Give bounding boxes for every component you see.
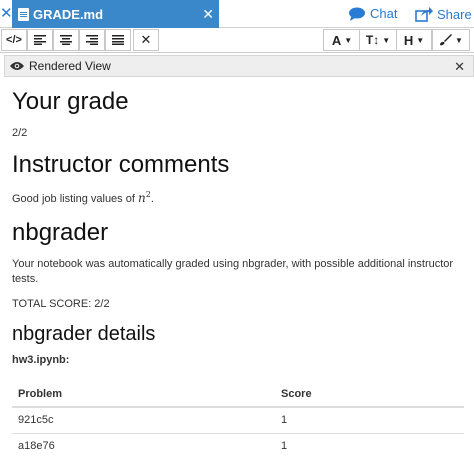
caret-down-icon: ▼ <box>455 35 463 45</box>
clear-icon: ✕ <box>140 32 152 47</box>
chat-button[interactable]: Chat <box>348 6 397 21</box>
close-icon[interactable]: ✕ <box>0 6 13 22</box>
heading-your-grade: Your grade <box>12 88 129 115</box>
font-dropdown[interactable]: A ▼ <box>323 29 361 51</box>
text-size-icon: T↕ <box>365 33 380 47</box>
table-header-row: Problem Score <box>12 382 464 408</box>
column-header-problem: Problem <box>12 382 275 408</box>
align-right-button[interactable] <box>79 29 105 51</box>
share-icon <box>415 7 433 22</box>
heading-nbgrader: nbgrader <box>12 219 109 246</box>
text-size-dropdown[interactable]: T↕ ▼ <box>359 29 397 51</box>
code-button[interactable]: </> <box>1 29 27 51</box>
total-score: TOTAL SCORE: 2/2 <box>12 298 110 310</box>
file-icon <box>18 7 29 21</box>
grade-value: 2/2 <box>12 127 28 139</box>
code-icon: </> <box>6 34 22 46</box>
scores-table: Problem Score 921c5c 1 a18e76 1 <box>12 382 464 459</box>
column-header-score: Score <box>275 382 464 408</box>
heading-icon: H <box>403 32 414 48</box>
tab-bar: ✕ GRADE.md ✕ Chat Share <box>0 0 474 28</box>
table-row: 921c5c 1 <box>12 406 464 433</box>
color-dropdown[interactable]: ▼ <box>432 29 470 51</box>
nbgrader-description: Your notebook was automatically graded u… <box>12 258 454 285</box>
caret-down-icon: ▼ <box>416 35 425 45</box>
close-icon[interactable]: ✕ <box>454 59 465 75</box>
score-cell: 1 <box>275 432 464 459</box>
align-left-icon <box>34 35 46 45</box>
share-button[interactable]: Share <box>415 6 472 22</box>
rendered-view-title: Rendered View <box>29 59 111 73</box>
tab-title: GRADE.md <box>33 6 104 22</box>
rendered-view-header: Rendered View ✕ <box>4 55 474 77</box>
rendered-content: Your grade 2/2 Instructor comments Good … <box>12 80 470 459</box>
notebook-filename: hw3.ipynb: <box>12 354 70 366</box>
problem-cell: 921c5c <box>12 406 275 433</box>
score-cell: 1 <box>275 406 464 433</box>
align-justify-icon <box>112 35 124 45</box>
align-right-icon <box>86 35 98 45</box>
tab-close-icon[interactable]: ✕ <box>202 6 214 23</box>
comment-prefix: Good job listing values of <box>12 193 135 205</box>
chat-icon <box>349 7 365 21</box>
comment-text: Good job listing values of n2. <box>12 187 470 207</box>
clear-format-button[interactable]: ✕ <box>133 29 159 51</box>
table-row: a18e76 1 <box>12 432 464 459</box>
caret-down-icon: ▼ <box>382 35 391 45</box>
align-center-icon <box>60 35 72 45</box>
align-left-button[interactable] <box>27 29 53 51</box>
comment-suffix: . <box>150 193 154 205</box>
math-expression: n2 <box>137 190 151 205</box>
font-icon: A <box>331 32 342 48</box>
editor-toolbar: </> ✕ A ▼ T↕ ▼ H ▼ ▼ <box>0 28 474 53</box>
math-var: n <box>137 191 146 205</box>
heading-instructor-comments: Instructor comments <box>12 151 230 178</box>
problem-cell: a18e76 <box>12 432 275 459</box>
share-label: Share <box>437 6 472 22</box>
chat-label: Chat <box>370 6 398 21</box>
eye-icon <box>10 62 24 70</box>
align-center-button[interactable] <box>53 29 79 51</box>
heading-nbgrader-details: nbgrader details <box>12 323 156 345</box>
caret-down-icon: ▼ <box>344 35 353 45</box>
align-justify-button[interactable] <box>105 29 131 51</box>
heading-dropdown[interactable]: H ▼ <box>396 29 432 51</box>
tab-grade-md[interactable]: GRADE.md ✕ <box>12 0 219 28</box>
paintbrush-icon <box>440 34 453 46</box>
